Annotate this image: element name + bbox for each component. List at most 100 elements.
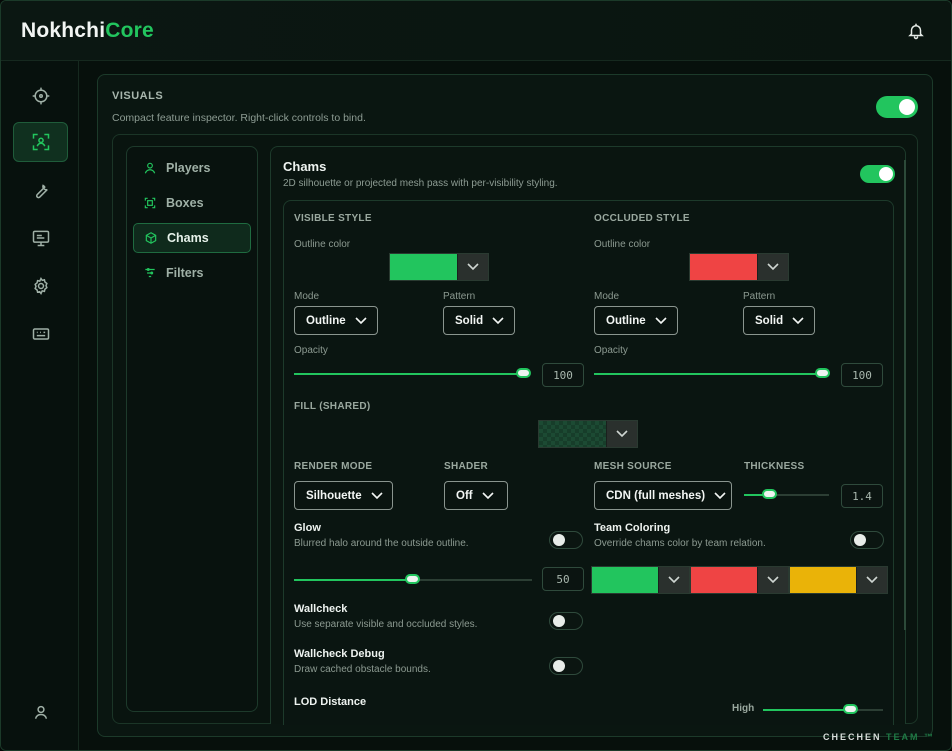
top-bar: NokhchiCore	[1, 1, 951, 61]
visible-color-dropdown[interactable]	[457, 254, 488, 280]
chevron-down-icon	[767, 576, 779, 584]
visible-opacity-input[interactable]: 100	[542, 363, 584, 387]
rail-visuals-button[interactable]	[13, 122, 68, 162]
mesh-source-value: CDN (full meshes)	[606, 489, 706, 502]
bell-icon[interactable]	[907, 22, 925, 40]
fill-color-picker[interactable]	[538, 420, 638, 448]
rail-aim-button[interactable]	[13, 76, 68, 116]
rail-settings-button[interactable]	[13, 266, 68, 306]
visuals-master-toggle[interactable]	[876, 96, 918, 118]
visible-outline-color-picker[interactable]	[389, 253, 489, 281]
brand-part2: Core	[105, 19, 154, 42]
team-enemy-dropdown[interactable]	[757, 567, 788, 593]
watermark-part1: CHECHEN	[823, 732, 882, 742]
occluded-style-heading: OCCLUDED STYLE	[594, 213, 690, 224]
filter-icon	[145, 268, 155, 278]
team-enemy-color-picker[interactable]	[690, 566, 789, 594]
lod-distance-value: High	[732, 703, 755, 714]
lod-distance-slider[interactable]	[763, 709, 883, 711]
section-title: VISUALS	[112, 90, 164, 102]
shader-select[interactable]: Off	[444, 481, 508, 510]
occluded-opacity-slider[interactable]	[594, 373, 824, 375]
rail-profile-button[interactable]	[13, 692, 68, 732]
glow-toggle[interactable]	[549, 531, 583, 549]
chams-subtitle: 2D silhouette or projected mesh pass wit…	[283, 178, 558, 189]
visuals-panel: VISUALS Compact feature inspector. Right…	[97, 74, 933, 737]
keyboard-icon	[32, 328, 49, 340]
mesh-source-heading: MESH SOURCE	[594, 461, 672, 472]
fill-color-dropdown[interactable]	[606, 421, 637, 447]
box-icon	[144, 197, 156, 209]
rail-display-button[interactable]	[13, 218, 68, 258]
lod-distance-thumb[interactable]	[843, 704, 858, 714]
thickness-heading: THICKNESS	[744, 461, 805, 472]
wallcheck-title: Wallcheck	[294, 603, 348, 615]
occluded-outline-color-picker[interactable]	[689, 253, 789, 281]
occluded-mode-select[interactable]: Outline	[594, 306, 678, 335]
occluded-color-dropdown[interactable]	[757, 254, 788, 280]
wallcheck-debug-toggle[interactable]	[549, 657, 583, 675]
wallcheck-debug-title: Wallcheck Debug	[294, 648, 385, 660]
subnav-label-boxes: Boxes	[166, 196, 204, 210]
occluded-opacity-thumb[interactable]	[815, 368, 830, 378]
rail-tools-button[interactable]	[13, 170, 68, 210]
feature-inspector: Players Boxes Chams Filters Chams 2D sil…	[112, 134, 918, 725]
subnav-item-boxes[interactable]: Boxes	[133, 188, 251, 218]
focus-scan-icon	[32, 133, 49, 151]
subnav-item-chams[interactable]: Chams	[133, 223, 251, 253]
visible-opacity-slider[interactable]	[294, 373, 524, 375]
watermark-part2: TEAM ™	[886, 732, 936, 742]
gear-icon	[33, 276, 48, 296]
section-subtitle: Compact feature inspector. Right-click c…	[112, 112, 366, 124]
fill-heading: FILL (SHARED)	[294, 401, 371, 412]
glow-value-input[interactable]: 50	[542, 567, 584, 591]
occluded-mode-value: Outline	[606, 314, 646, 327]
wallcheck-desc: Use separate visible and occluded styles…	[294, 619, 478, 630]
thickness-slider[interactable]	[744, 494, 829, 496]
rail-keybinds-button[interactable]	[13, 314, 68, 354]
visible-mode-select[interactable]: Outline	[294, 306, 378, 335]
mesh-source-select[interactable]: CDN (full meshes)	[594, 481, 732, 510]
subnav-label-filters: Filters	[166, 266, 204, 280]
team-friendly-color-picker[interactable]	[591, 566, 690, 594]
person-icon	[144, 162, 156, 174]
subnav-item-players[interactable]: Players	[133, 153, 251, 183]
visible-pattern-select[interactable]: Solid	[443, 306, 515, 335]
thickness-thumb[interactable]	[762, 489, 777, 499]
visible-pattern-value: Solid	[455, 314, 484, 327]
thickness-input[interactable]: 1.4	[841, 484, 883, 508]
team-coloring-toggle[interactable]	[850, 531, 884, 549]
visible-mode-value: Outline	[306, 314, 346, 327]
wallcheck-toggle[interactable]	[549, 612, 583, 630]
render-mode-value: Silhouette	[306, 489, 362, 502]
chams-title: Chams	[283, 159, 327, 174]
occluded-mode-label: Mode	[594, 291, 620, 302]
watermark: CHECHEN TEAM ™	[823, 732, 935, 742]
side-rail	[1, 61, 79, 750]
visible-mode-label: Mode	[294, 291, 320, 302]
glow-thumb[interactable]	[405, 574, 420, 584]
render-mode-select[interactable]: Silhouette	[294, 481, 393, 510]
team-friendly-swatch	[592, 567, 658, 593]
team-coloring-desc: Override chams color by team relation.	[594, 538, 766, 549]
monitor-icon	[32, 230, 49, 247]
subnav-item-filters[interactable]: Filters	[133, 258, 251, 288]
glow-title: Glow	[294, 522, 321, 534]
occluded-opacity-input[interactable]: 100	[841, 363, 883, 387]
occluded-pattern-value: Solid	[755, 314, 784, 327]
visible-opacity-thumb[interactable]	[516, 368, 531, 378]
team-neutral-dropdown[interactable]	[856, 567, 887, 593]
visible-opacity-label: Opacity	[294, 345, 328, 356]
team-friendly-dropdown[interactable]	[658, 567, 689, 593]
occluded-pattern-select[interactable]: Solid	[743, 306, 815, 335]
chams-enable-toggle[interactable]	[860, 165, 895, 183]
feature-subnav: Players Boxes Chams Filters	[126, 146, 258, 712]
lod-distance-title: LOD Distance	[294, 696, 367, 708]
subnav-label-chams: Chams	[167, 231, 209, 245]
scrollbar[interactable]	[904, 160, 906, 630]
team-neutral-swatch	[790, 567, 856, 593]
team-coloring-title: Team Coloring	[594, 522, 671, 534]
visible-pattern-label: Pattern	[443, 291, 476, 302]
chevron-down-icon	[655, 316, 667, 324]
team-neutral-color-picker[interactable]	[789, 566, 888, 594]
